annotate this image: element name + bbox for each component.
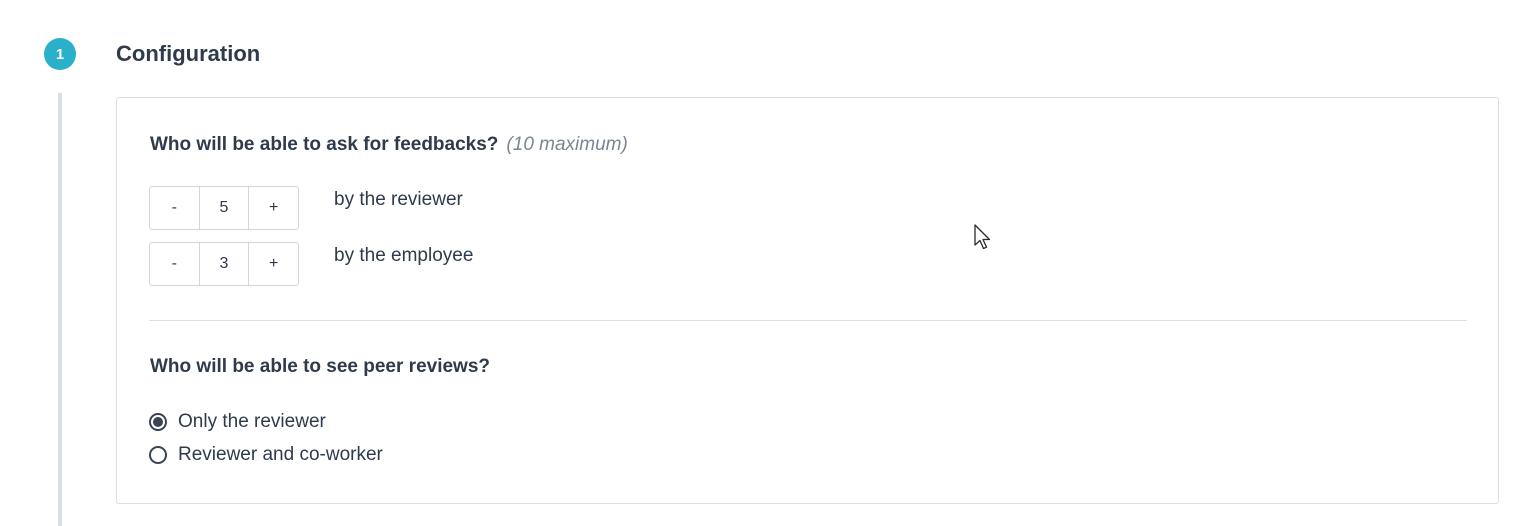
- radio-only-reviewer[interactable]: Only the reviewer: [149, 411, 326, 433]
- radio-reviewer-and-coworker-label: Reviewer and co-worker: [178, 444, 383, 465]
- radio-button-unselected[interactable]: [149, 446, 167, 464]
- reviewer-stepper-label: by the reviewer: [334, 189, 463, 210]
- employee-decrement-button[interactable]: -: [150, 243, 199, 285]
- employee-count-value[interactable]: 3: [198, 243, 250, 285]
- page: 1 Configuration Who will be able to ask …: [0, 0, 1537, 526]
- reviewer-decrement-button[interactable]: -: [150, 187, 199, 229]
- step-timeline-line: [58, 93, 62, 526]
- feedback-question: Who will be able to ask for feedbacks? (1…: [150, 134, 628, 156]
- reviewer-feedback-stepper: - 5 +: [149, 186, 299, 230]
- step-number: 1: [55, 45, 65, 63]
- configuration-card: Who will be able to ask for feedbacks? (1…: [116, 97, 1499, 504]
- feedback-question-text: Who will be able to ask for feedbacks?: [150, 134, 499, 155]
- step-number-badge: 1: [44, 38, 76, 70]
- employee-stepper-label: by the employee: [334, 245, 474, 266]
- reviewer-increment-button[interactable]: +: [249, 187, 298, 229]
- peer-review-question: Who will be able to see peer reviews?: [150, 356, 490, 377]
- radio-selected-dot: [153, 417, 163, 427]
- step-title: Configuration: [116, 41, 261, 66]
- feedback-max-hint: (10 maximum): [506, 134, 628, 155]
- section-divider: [149, 320, 1467, 321]
- mouse-pointer-icon: [974, 224, 991, 250]
- employee-feedback-stepper: - 3 +: [149, 242, 299, 286]
- radio-only-reviewer-label: Only the reviewer: [178, 411, 326, 432]
- reviewer-count-value[interactable]: 5: [198, 187, 250, 229]
- radio-reviewer-and-coworker[interactable]: Reviewer and co-worker: [149, 444, 383, 466]
- employee-increment-button[interactable]: +: [249, 243, 298, 285]
- radio-button-selected[interactable]: [149, 413, 167, 431]
